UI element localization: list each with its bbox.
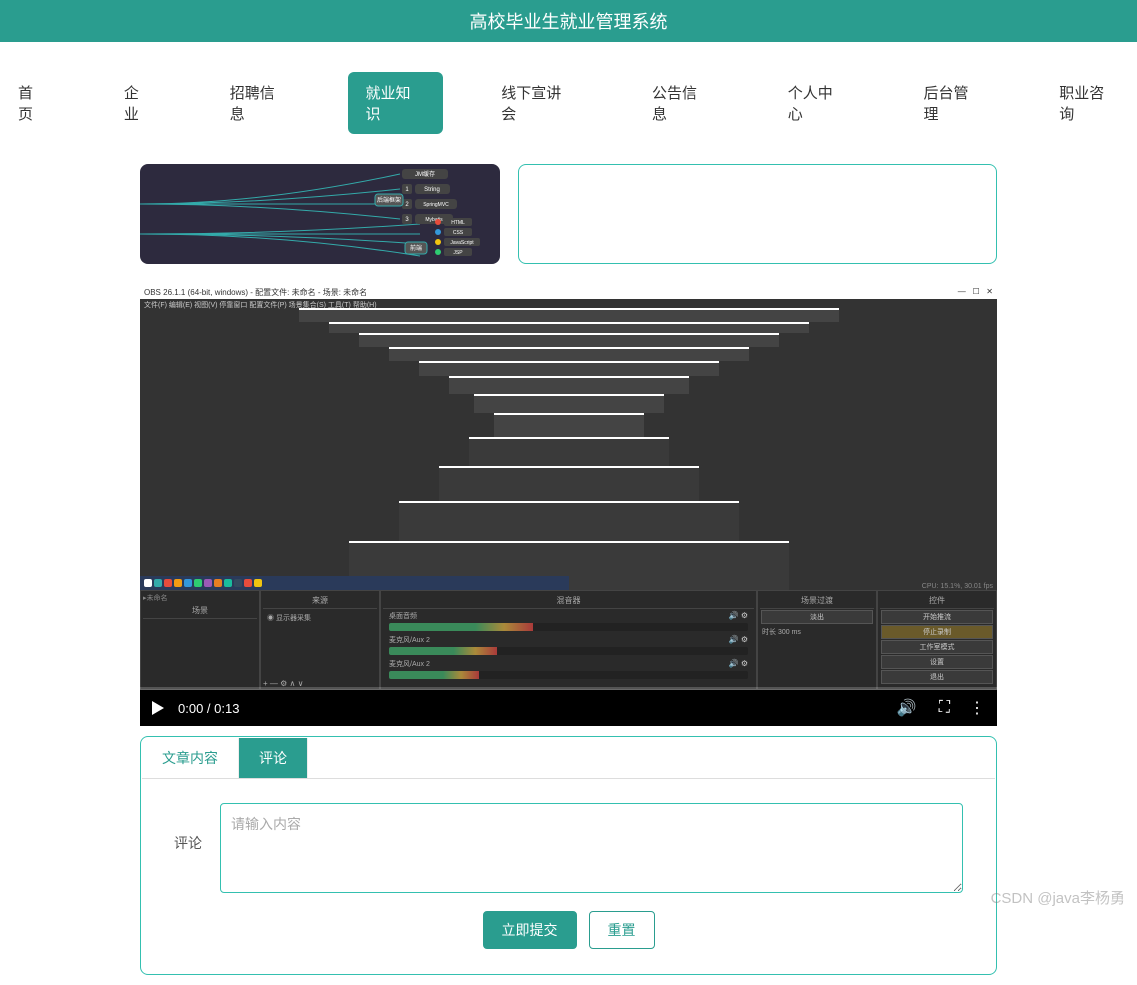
svg-text:JavaScript: JavaScript (450, 240, 474, 246)
comment-label: 评论 (174, 833, 202, 853)
video-frame: OBS 26.1.1 (64-bit, windows) - 配置文件: 未命名… (140, 286, 997, 690)
mindmap-svg: JM缓存 1 String 2 SpringMVC 3 Mybatis 后端框架… (140, 164, 500, 264)
nav-personal[interactable]: 个人中心 (770, 72, 866, 134)
play-icon[interactable] (152, 701, 164, 715)
comment-form: 评论 立即提交 重置 (142, 779, 995, 973)
obs-preview-recursive (140, 304, 997, 590)
nav-consult[interactable]: 职业咨询 (1041, 72, 1137, 134)
obs-scenes-panel: ▸未命名 场景 (140, 590, 260, 690)
content-cards: JM缓存 1 String 2 SpringMVC 3 Mybatis 后端框架… (0, 164, 1137, 276)
article-tabs: 文章内容 评论 (142, 738, 995, 779)
article-card[interactable] (518, 164, 997, 264)
mindmap-thumbnail[interactable]: JM缓存 1 String 2 SpringMVC 3 Mybatis 后端框架… (140, 164, 500, 264)
nav-enterprise[interactable]: 企业 (106, 72, 172, 134)
obs-transitions-panel: 场景过渡 淡出 时长 300 ms (757, 590, 877, 690)
nav-admin[interactable]: 后台管理 (905, 72, 1001, 134)
svg-text:CSS: CSS (453, 230, 464, 236)
app-title: 高校毕业生就业管理系统 (470, 12, 668, 32)
nav-recruitment[interactable]: 招聘信息 (212, 72, 308, 134)
svg-text:JM缓存: JM缓存 (415, 170, 435, 178)
window-controls: — ☐ ✕ (958, 287, 993, 298)
nav-home[interactable]: 首页 (0, 72, 66, 134)
nav-offline[interactable]: 线下宣讲会 (483, 72, 594, 134)
video-time: 0:00 / 0:13 (178, 701, 239, 716)
more-icon[interactable]: ⋮ (969, 698, 985, 718)
svg-text:HTML: HTML (451, 220, 465, 226)
svg-text:前端: 前端 (410, 244, 422, 252)
obs-sources-panel: 来源 ◉ 显示器采集 + — ⚙ ∧ ∨ (260, 590, 380, 690)
nav-announce[interactable]: 公告信息 (634, 72, 730, 134)
svg-text:SpringMVC: SpringMVC (423, 202, 449, 208)
comment-textarea[interactable] (220, 803, 963, 893)
obs-status: CPU: 15.1%, 30.01 fps (922, 583, 993, 590)
video-player[interactable]: OBS 26.1.1 (64-bit, windows) - 配置文件: 未命名… (140, 286, 997, 726)
svg-text:String: String (424, 187, 440, 193)
watermark: CSDN @java李杨勇 (991, 887, 1125, 908)
app-header: 高校毕业生就业管理系统 (0, 0, 1137, 42)
obs-mixer-panel: 混音器 桌面音频🔊 ⚙ 麦克风/Aux 2🔊 ⚙ 麦克风/Aux 2🔊 ⚙ (380, 590, 757, 690)
obs-bottom-panel: ▸未命名 场景 来源 ◉ 显示器采集 + — ⚙ ∧ ∨ 混音器 桌面音频🔊 ⚙… (140, 590, 997, 690)
video-controls: 0:00 / 0:13 🔊 ⛶ ⋮ (140, 690, 997, 726)
volume-icon[interactable]: 🔊 (897, 698, 917, 718)
svg-text:后端框架: 后端框架 (377, 196, 401, 204)
obs-titlebar: OBS 26.1.1 (64-bit, windows) - 配置文件: 未命名… (140, 286, 997, 299)
nav-knowledge[interactable]: 就业知识 (348, 72, 444, 134)
video-progress[interactable] (140, 687, 997, 690)
svg-text:JSP: JSP (453, 250, 463, 256)
obs-controls-panel: 控件 开始推流 停止录制 工作室模式 设置 退出 (877, 590, 997, 690)
comment-section: 文章内容 评论 评论 立即提交 重置 (140, 736, 997, 975)
fullscreen-icon[interactable]: ⛶ (939, 699, 947, 717)
tab-content[interactable]: 文章内容 (142, 738, 239, 778)
submit-button[interactable]: 立即提交 (483, 911, 577, 949)
reset-button[interactable]: 重置 (589, 911, 655, 949)
main-nav: 首页 企业 招聘信息 就业知识 线下宣讲会 公告信息 个人中心 后台管理 职业咨… (0, 42, 1137, 164)
windows-taskbar (140, 576, 569, 590)
tab-comments[interactable]: 评论 (239, 738, 308, 778)
